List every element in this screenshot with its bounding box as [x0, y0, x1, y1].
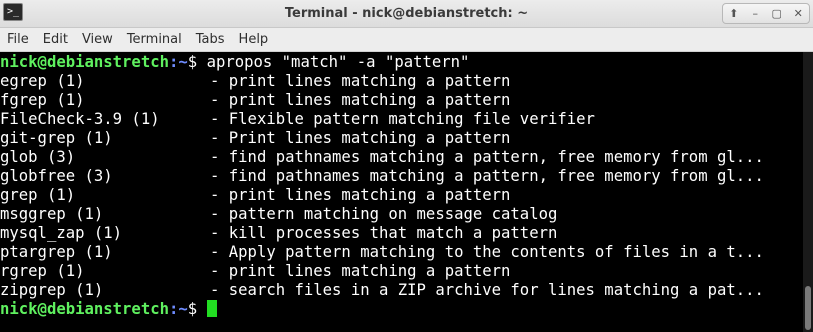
result-line: zipgrep (1) - search files in a ZIP archi…: [0, 281, 803, 300]
result-line: egrep (1) - print lines matching a patter…: [0, 72, 803, 91]
result-description: - find pathnames matching a pattern, fre…: [210, 167, 764, 185]
result-description: - pattern matching on message catalog: [210, 205, 558, 223]
window-controls: ⬆ – ▢ ✕: [722, 3, 810, 24]
scrollbar-thumb[interactable]: [805, 286, 811, 330]
result-command: rgrep (1): [0, 262, 85, 280]
prompt-user: nick@debianstretch: [0, 300, 169, 318]
result-command: fgrep (1): [0, 91, 85, 109]
result-description: - print lines matching a pattern: [210, 262, 511, 280]
menu-bar: File Edit View Terminal Tabs Help: [0, 28, 813, 52]
maximize-up-icon[interactable]: ⬆: [724, 6, 744, 22]
command-line: nick@debianstretch:~$ apropos "match" -a…: [0, 53, 803, 72]
result-command: git-grep (1): [0, 129, 113, 147]
result-command: grep (1): [0, 186, 76, 204]
result-description: - print lines matching a pattern: [210, 91, 511, 109]
result-line: msggrep (1) - pattern matching on message…: [0, 205, 803, 224]
result-line: rgrep (1) - print lines matching a patter…: [0, 262, 803, 281]
result-command: zipgrep (1): [0, 281, 104, 299]
result-command: globfree (3): [0, 167, 113, 185]
close-icon[interactable]: ✕: [788, 6, 808, 22]
prompt-sign: $: [187, 300, 207, 318]
prompt-user: nick@debianstretch: [0, 53, 169, 71]
title-bar[interactable]: >_ Terminal - nick@debianstretch: ~ ⬆ – …: [0, 0, 813, 28]
result-description: - Flexible pattern matching file verifie…: [210, 110, 595, 128]
terminal-output[interactable]: nick@debianstretch:~$ apropos "match" -a…: [0, 52, 803, 332]
minimize-icon[interactable]: –: [745, 6, 765, 22]
menu-file[interactable]: File: [0, 28, 36, 52]
result-description: - kill processes that match a pattern: [210, 224, 558, 242]
menu-edit[interactable]: Edit: [36, 28, 75, 52]
result-command: msggrep (1): [0, 205, 104, 223]
command-text: apropos "match" -a "pattern": [206, 53, 470, 71]
window-title: Terminal - nick@debianstretch: ~: [284, 6, 529, 21]
menu-terminal[interactable]: Terminal: [120, 28, 189, 52]
result-command: ptargrep (1): [0, 243, 113, 261]
result-command: egrep (1): [0, 72, 85, 90]
result-line: FileCheck-3.9 (1) - Flexible pattern matc…: [0, 110, 803, 129]
result-description: - Print lines matching a pattern: [210, 129, 511, 147]
result-description: - print lines matching a pattern: [210, 72, 511, 90]
prompt-sign: $: [187, 53, 207, 71]
result-line: globfree (3) - find pathnames matching a …: [0, 167, 803, 186]
menu-tabs[interactable]: Tabs: [189, 28, 232, 52]
result-line: glob (3) - find pathnames matching a patt…: [0, 148, 803, 167]
result-line: fgrep (1) - print lines matching a patter…: [0, 91, 803, 110]
vertical-scrollbar[interactable]: [803, 52, 813, 332]
result-description: - Apply pattern matching to the contents…: [210, 243, 764, 261]
prompt-path: :~: [169, 53, 188, 71]
prompt-path: :~: [169, 300, 188, 318]
result-command: FileCheck-3.9 (1): [0, 110, 160, 128]
result-line: ptargrep (1) - Apply pattern matching to …: [0, 243, 803, 262]
result-description: - find pathnames matching a pattern, fre…: [210, 148, 764, 166]
result-line: git-grep (1) - Print lines matching a pat…: [0, 129, 803, 148]
menu-help[interactable]: Help: [232, 28, 276, 52]
text-cursor: [206, 300, 217, 317]
prompt-line[interactable]: nick@debianstretch:~$: [0, 300, 803, 319]
result-command: glob (3): [0, 148, 76, 166]
terminal-window: >_ Terminal - nick@debianstretch: ~ ⬆ – …: [0, 0, 813, 332]
menu-view[interactable]: View: [75, 28, 120, 52]
maximize-icon[interactable]: ▢: [767, 6, 787, 22]
result-line: mysql_zap (1) - kill processes that match…: [0, 224, 803, 243]
result-command: mysql_zap (1): [0, 224, 123, 242]
result-description: - print lines matching a pattern: [210, 186, 511, 204]
result-line: grep (1) - print lines matching a pattern: [0, 186, 803, 205]
result-description: - search files in a ZIP archive for line…: [210, 281, 764, 299]
